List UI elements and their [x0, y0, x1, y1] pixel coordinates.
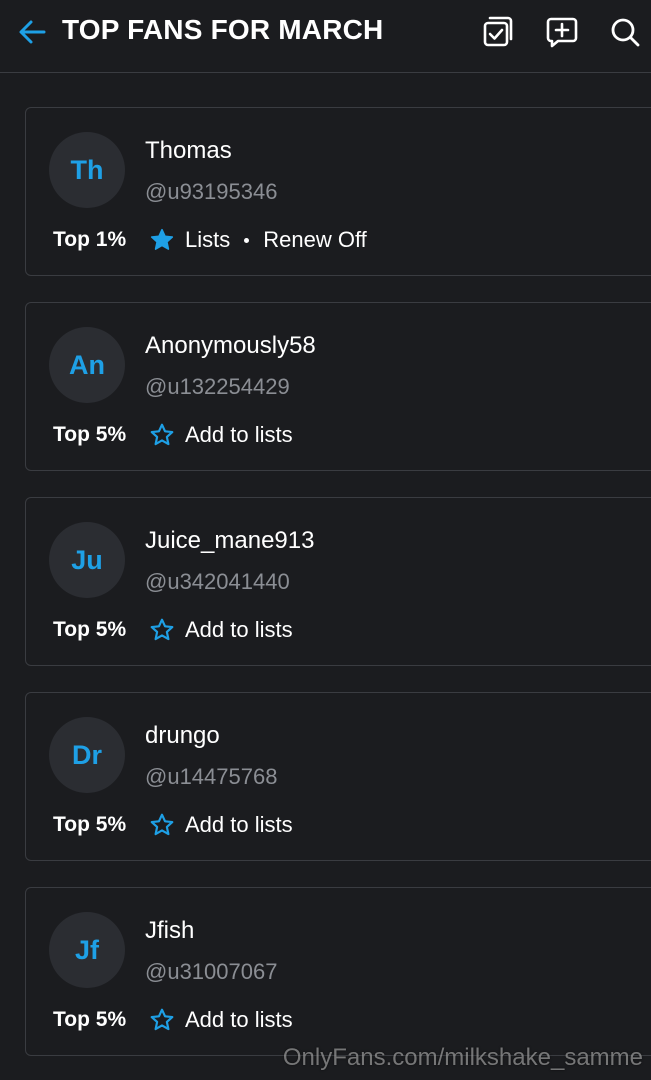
star-outline-icon: [150, 813, 174, 836]
lists-label: Add to lists: [185, 617, 293, 642]
fan-handle: @u132254429: [145, 374, 290, 399]
avatar[interactable]: Jf: [49, 912, 125, 988]
add-to-lists-button[interactable]: Add to lists: [149, 1004, 293, 1036]
fan-rank: Top 1%: [53, 228, 127, 251]
fan-name[interactable]: drungo: [145, 721, 220, 751]
fan-name[interactable]: Jfish: [145, 916, 194, 946]
lists-label: Add to lists: [185, 422, 293, 447]
lists-label: Add to lists: [185, 1007, 293, 1032]
fan-card[interactable]: Jf Jfish @u31007067 Top 5% Add to lists: [25, 887, 651, 1056]
fan-name[interactable]: Thomas: [145, 136, 232, 166]
avatar[interactable]: Ju: [49, 522, 125, 598]
fan-card[interactable]: Dr drungo @u14475768 Top 5% Add to lists: [25, 692, 651, 861]
fan-handle: @u342041440: [145, 569, 290, 594]
select-button[interactable]: [478, 12, 518, 52]
star-outline-icon: [150, 1008, 174, 1031]
fan-card[interactable]: An Anonymously58 @u132254429 Top 5% Add …: [25, 302, 651, 471]
fan-rank: Top 5%: [53, 618, 127, 641]
fan-card[interactable]: Th Thomas @u93195346 Top 1% Lists Renew …: [25, 107, 651, 276]
fan-name[interactable]: Anonymously58: [145, 331, 316, 361]
top-bar: TOP FANS FOR MARCH: [0, 0, 651, 73]
back-button[interactable]: [14, 14, 50, 50]
search-button[interactable]: [605, 12, 645, 52]
fan-handle: @u14475768: [145, 764, 278, 789]
star-filled-icon: [150, 228, 174, 250]
fan-rank: Top 5%: [53, 423, 127, 446]
fan-card[interactable]: Ju Juice_mane913 @u342041440 Top 5% Add …: [25, 497, 651, 666]
lists-label: Add to lists: [185, 812, 293, 837]
fan-handle: @u93195346: [145, 179, 278, 204]
fan-name[interactable]: Juice_mane913: [145, 526, 314, 556]
lists-label: Lists: [185, 227, 231, 252]
star-outline-icon: [150, 423, 174, 446]
avatar[interactable]: Th: [49, 132, 125, 208]
fan-handle: @u31007067: [145, 959, 278, 984]
star-outline-icon: [150, 618, 174, 641]
watermark: OnlyFans.com/milkshake_samme: [282, 1044, 643, 1071]
select-checkbox-icon: [483, 16, 513, 47]
fan-rank: Top 5%: [53, 813, 127, 836]
avatar[interactable]: An: [49, 327, 125, 403]
add-to-lists-button[interactable]: Add to lists: [149, 419, 293, 451]
fan-rank: Top 5%: [53, 1008, 127, 1031]
page-title: TOP FANS FOR MARCH: [62, 14, 384, 45]
add-to-lists-button[interactable]: Add to lists: [149, 614, 293, 646]
avatar[interactable]: Dr: [49, 717, 125, 793]
arrow-left-icon: [19, 20, 46, 44]
add-to-lists-button[interactable]: Add to lists: [149, 809, 293, 841]
separator-dot: [244, 237, 250, 243]
add-list-button[interactable]: [542, 12, 582, 52]
renew-status: Renew Off: [263, 227, 367, 252]
search-icon: [611, 18, 640, 47]
lists-button[interactable]: Lists Renew Off: [149, 224, 367, 256]
add-list-icon: [546, 17, 578, 48]
